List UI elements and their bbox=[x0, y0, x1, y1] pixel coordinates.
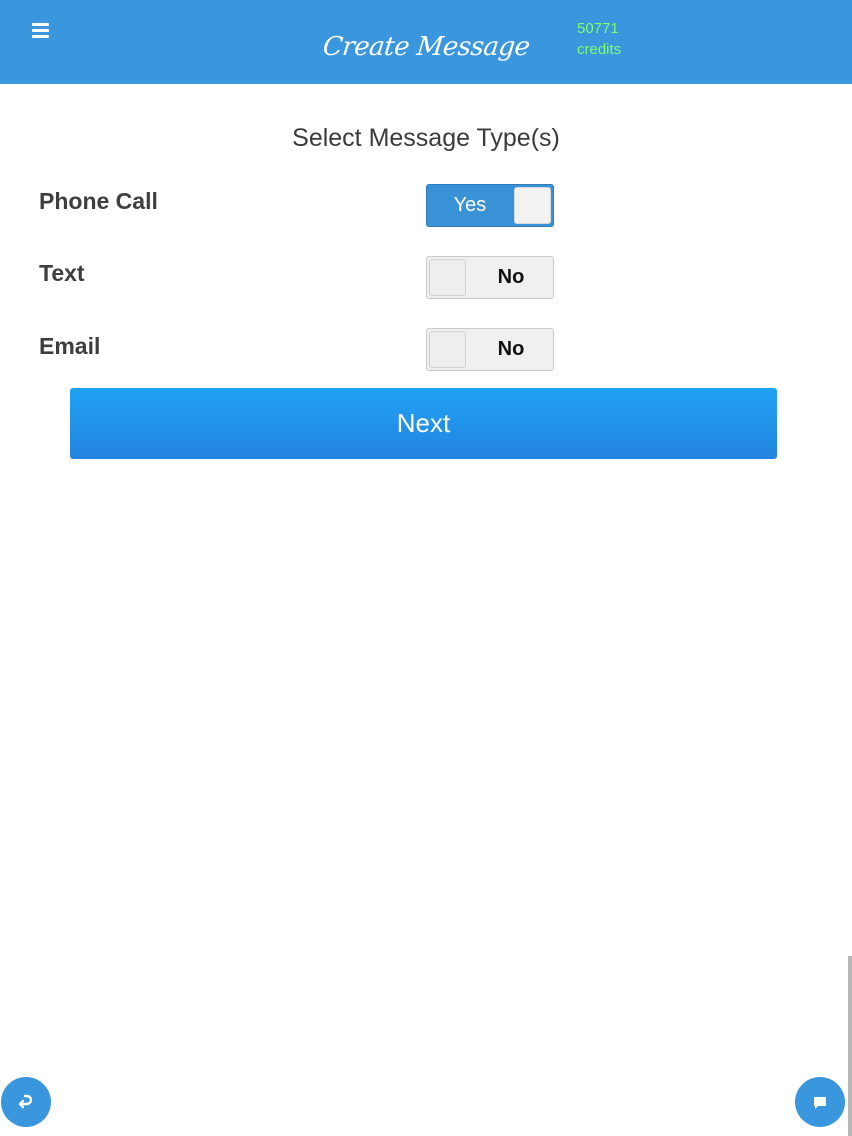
text-label: Text bbox=[39, 260, 85, 286]
undo-arrow-icon bbox=[18, 1094, 33, 1109]
back-button[interactable] bbox=[1, 1077, 51, 1127]
chat-bubble-icon bbox=[814, 1097, 826, 1109]
toggle-knob bbox=[429, 331, 466, 368]
section-heading: Select Message Type(s) bbox=[292, 124, 560, 152]
scrollbar[interactable] bbox=[848, 956, 852, 1136]
page-title: Create Message bbox=[321, 32, 531, 62]
text-toggle[interactable]: No bbox=[426, 256, 554, 299]
email-toggle[interactable]: No bbox=[426, 328, 554, 371]
credits-label: credits bbox=[577, 41, 622, 58]
next-button[interactable]: Next bbox=[70, 388, 777, 459]
phone-call-toggle[interactable]: Yes bbox=[426, 184, 554, 227]
chat-button[interactable] bbox=[795, 1077, 845, 1127]
text-toggle-state: No bbox=[497, 266, 525, 288]
toggle-knob bbox=[514, 187, 551, 224]
email-toggle-state: No bbox=[497, 338, 525, 360]
phone-call-toggle-state: Yes bbox=[453, 194, 487, 216]
credits-value: 50771 bbox=[577, 20, 619, 37]
toggle-knob bbox=[429, 259, 466, 296]
phone-call-label: Phone Call bbox=[39, 188, 158, 214]
credits-display: 50771 credits bbox=[577, 18, 621, 60]
app-header: Create Message 50771 credits bbox=[0, 0, 852, 84]
email-label: Email bbox=[39, 333, 101, 359]
